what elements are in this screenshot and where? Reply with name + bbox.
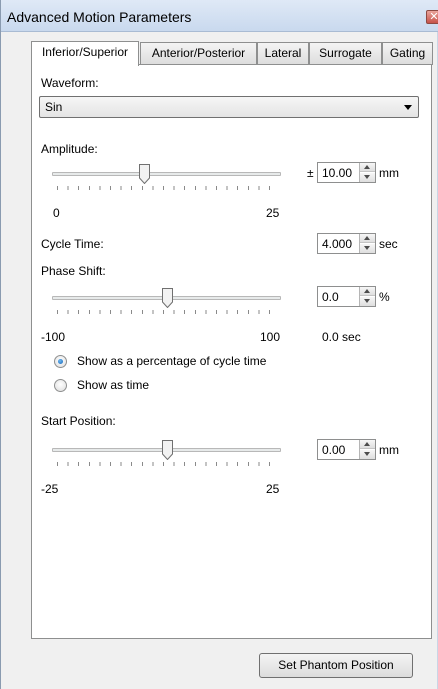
phase-shift-slider-ticks xyxy=(57,310,278,314)
phase-shift-spin-buttons xyxy=(359,287,375,306)
spin-up-icon[interactable] xyxy=(360,440,375,449)
start-position-min-label: -25 xyxy=(41,482,59,496)
cycle-time-unit: sec xyxy=(379,237,398,251)
amplitude-value: 10.00 xyxy=(322,166,353,180)
start-position-spin-buttons xyxy=(359,440,375,459)
tab-inferior-superior[interactable]: Inferior/Superior xyxy=(31,41,139,66)
cycle-time-spin-buttons xyxy=(359,234,375,253)
spin-up-icon[interactable] xyxy=(360,287,375,296)
set-phantom-position-button[interactable]: Set Phantom Position xyxy=(259,653,413,678)
phase-shift-unit: % xyxy=(379,290,390,304)
title-bar[interactable]: Advanced Motion Parameters ✕ xyxy=(1,0,438,32)
advanced-motion-parameters-window: Advanced Motion Parameters ✕ Inferior/Su… xyxy=(0,0,438,689)
amplitude-label: Amplitude: xyxy=(41,142,98,156)
amplitude-unit: mm xyxy=(379,166,399,180)
tab-lateral[interactable]: Lateral xyxy=(257,42,309,65)
radio-percentage-button[interactable] xyxy=(54,355,67,368)
start-position-value: 0.00 xyxy=(322,443,346,457)
amplitude-max-label: 25 xyxy=(266,206,280,220)
amplitude-slider-ticks xyxy=(57,186,278,190)
set-phantom-position-label: Set Phantom Position xyxy=(278,658,394,672)
phase-shift-time-readout: 0.0 sec xyxy=(322,330,361,344)
spin-up-icon[interactable] xyxy=(360,234,375,243)
phase-shift-label: Phase Shift: xyxy=(41,264,106,278)
chevron-down-icon xyxy=(404,105,412,110)
amplitude-min-label: 0 xyxy=(53,206,60,220)
waveform-label: Waveform: xyxy=(41,76,99,90)
radio-time-label[interactable]: Show as time xyxy=(77,378,149,392)
tab-label: Inferior/Superior xyxy=(41,45,129,59)
window-title: Advanced Motion Parameters xyxy=(7,9,192,25)
radio-percentage-label[interactable]: Show as a percentage of cycle time xyxy=(77,354,266,368)
start-position-spinbox[interactable]: 0.00 xyxy=(317,439,376,460)
tab-surrogate[interactable]: Surrogate xyxy=(309,42,382,65)
start-position-slider-ticks xyxy=(57,462,278,466)
spin-down-icon[interactable] xyxy=(360,297,375,306)
spin-up-icon[interactable] xyxy=(360,163,375,172)
waveform-selected-value: Sin xyxy=(45,100,63,114)
phase-shift-min-label: -100 xyxy=(41,330,66,344)
tab-anterior-posterior[interactable]: Anterior/Posterior xyxy=(140,42,257,65)
phase-shift-max-label: 100 xyxy=(260,330,281,344)
amplitude-spin-buttons xyxy=(359,163,375,182)
tab-label: Lateral xyxy=(264,46,302,60)
close-button[interactable]: ✕ xyxy=(426,10,438,24)
phase-shift-slider-thumb[interactable] xyxy=(162,288,173,308)
tab-label: Surrogate xyxy=(319,46,372,60)
start-position-unit: mm xyxy=(379,443,399,457)
cycle-time-spinbox[interactable]: 4.000 xyxy=(317,233,376,254)
amplitude-slider-thumb[interactable] xyxy=(139,164,150,184)
cycle-time-value: 4.000 xyxy=(322,237,353,251)
close-icon: ✕ xyxy=(429,11,438,23)
cycle-time-label: Cycle Time: xyxy=(41,237,104,251)
amplitude-slider-track[interactable] xyxy=(52,172,281,176)
tab-label: Gating xyxy=(389,46,426,60)
tab-gating[interactable]: Gating xyxy=(382,42,433,65)
phase-shift-spinbox[interactable]: 0.0 xyxy=(317,286,376,307)
waveform-select[interactable]: Sin xyxy=(39,96,419,118)
start-position-label: Start Position: xyxy=(41,414,116,428)
start-position-slider-thumb[interactable] xyxy=(162,440,173,460)
spin-down-icon[interactable] xyxy=(360,244,375,253)
amplitude-plus-minus-sign: ± xyxy=(307,166,314,180)
start-position-max-label: 25 xyxy=(266,482,280,496)
amplitude-spinbox[interactable]: 10.00 xyxy=(317,162,376,183)
phase-shift-value: 0.0 xyxy=(322,290,339,304)
radio-time-button[interactable] xyxy=(54,379,67,392)
tab-label: Anterior/Posterior xyxy=(151,46,246,60)
spin-down-icon[interactable] xyxy=(360,450,375,459)
spin-down-icon[interactable] xyxy=(360,173,375,182)
